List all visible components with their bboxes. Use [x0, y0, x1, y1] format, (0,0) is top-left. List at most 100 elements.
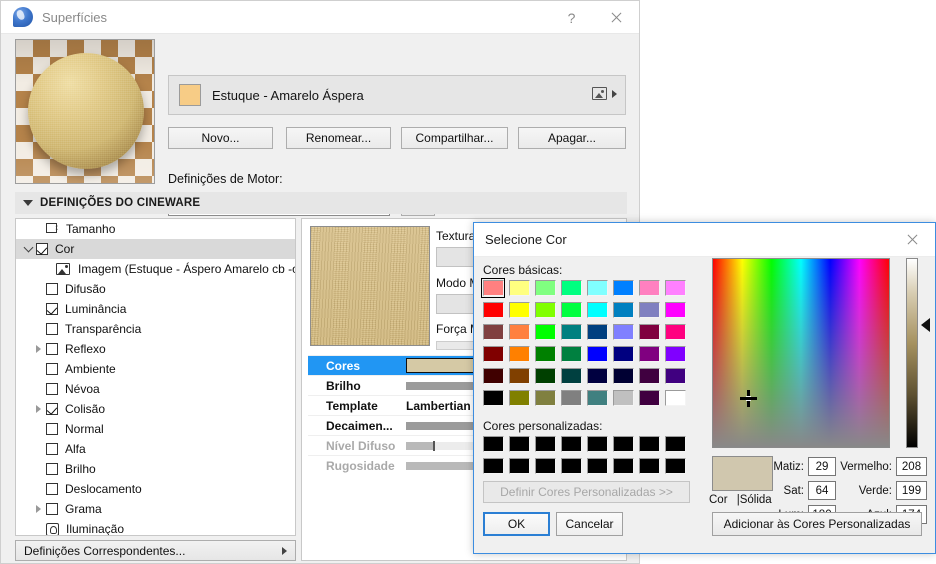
basic-color-7[interactable] [662, 277, 688, 299]
tree-item-alfa[interactable]: Alfa [16, 439, 295, 459]
tree-item-tamanho[interactable]: Tamanho [16, 219, 295, 239]
tree-item-n-voa[interactable]: Névoa [16, 379, 295, 399]
image-icon[interactable] [592, 87, 607, 100]
basic-color-22[interactable] [636, 321, 662, 343]
basic-color-4[interactable] [584, 277, 610, 299]
tree-item-imagem-estuque-spero-amarelo-cb-opt[interactable]: Imagem (Estuque - Áspero Amarelo cb -opt… [16, 259, 295, 279]
basic-color-23[interactable] [662, 321, 688, 343]
basic-color-18[interactable] [532, 321, 558, 343]
tree-item-ambiente[interactable]: Ambiente [16, 359, 295, 379]
basic-color-15[interactable] [662, 299, 688, 321]
basic-color-6[interactable] [636, 277, 662, 299]
luminance-slider[interactable] [906, 258, 918, 448]
checkbox-unchecked[interactable] [46, 463, 58, 475]
basic-color-34[interactable] [532, 365, 558, 387]
custom-color-11[interactable] [558, 455, 584, 477]
chevron-right-icon[interactable] [30, 345, 46, 353]
checkbox-unchecked[interactable] [46, 363, 58, 375]
share-material-button[interactable]: Compartilhar... [401, 127, 508, 149]
checkbox-checked[interactable] [46, 403, 58, 415]
custom-color-13[interactable] [610, 455, 636, 477]
basic-color-46[interactable] [636, 387, 662, 409]
sat-input[interactable]: 64 [808, 481, 836, 500]
close-button[interactable] [594, 1, 639, 34]
luminance-slider-handle[interactable] [921, 318, 930, 332]
chevron-right-icon[interactable] [612, 89, 617, 98]
checkbox-unchecked[interactable] [46, 343, 58, 355]
basic-color-0[interactable] [480, 277, 506, 299]
basic-color-12[interactable] [584, 299, 610, 321]
basic-color-19[interactable] [558, 321, 584, 343]
cancel-button[interactable]: Cancelar [556, 512, 623, 536]
basic-color-13[interactable] [610, 299, 636, 321]
basic-color-2[interactable] [532, 277, 558, 299]
basic-color-28[interactable] [584, 343, 610, 365]
basic-color-32[interactable] [480, 365, 506, 387]
basic-color-10[interactable] [532, 299, 558, 321]
add-to-custom-colors-button[interactable]: Adicionar às Cores Personalizadas [712, 512, 922, 536]
chevron-right-icon[interactable] [30, 405, 46, 413]
custom-color-10[interactable] [532, 455, 558, 477]
delete-material-button[interactable]: Apagar... [518, 127, 626, 149]
tree-item-brilho[interactable]: Brilho [16, 459, 295, 479]
basic-colors-grid[interactable] [480, 277, 688, 409]
basic-color-43[interactable] [558, 387, 584, 409]
new-material-button[interactable]: Novo... [168, 127, 273, 149]
custom-color-6[interactable] [636, 433, 662, 455]
custom-color-14[interactable] [636, 455, 662, 477]
checkbox-unchecked[interactable] [46, 323, 58, 335]
red-input[interactable]: 208 [896, 457, 927, 476]
basic-color-16[interactable] [480, 321, 506, 343]
basic-color-1[interactable] [506, 277, 532, 299]
basic-color-9[interactable] [506, 299, 532, 321]
color-dialog-close-button[interactable] [890, 223, 935, 256]
tree-item-deslocamento[interactable]: Deslocamento [16, 479, 295, 499]
cineware-section-header[interactable]: DEFINIÇÕES DO CINEWARE [15, 192, 627, 214]
custom-color-2[interactable] [532, 433, 558, 455]
basic-color-36[interactable] [584, 365, 610, 387]
help-button[interactable]: ? [549, 1, 594, 34]
custom-color-8[interactable] [480, 455, 506, 477]
tree-item-cor[interactable]: Cor [16, 239, 295, 259]
tree-item-difus-o[interactable]: Difusão [16, 279, 295, 299]
cineware-channel-tree[interactable]: Tamanho CorImagem (Estuque - Áspero Amare… [15, 218, 296, 536]
checkbox-unchecked[interactable] [46, 383, 58, 395]
checkbox-unchecked[interactable] [46, 503, 58, 515]
tree-item-lumin-ncia[interactable]: Luminância [16, 299, 295, 319]
checkbox-checked[interactable] [46, 303, 58, 315]
tree-item-transpar-ncia[interactable]: Transparência [16, 319, 295, 339]
green-input[interactable]: 199 [896, 481, 927, 500]
chevron-down-icon[interactable] [20, 242, 36, 254]
basic-color-47[interactable] [662, 387, 688, 409]
define-custom-colors-button[interactable]: Definir Cores Personalizadas >> [483, 481, 690, 503]
matching-settings-button[interactable]: Definições Correspondentes... [15, 540, 296, 561]
custom-color-3[interactable] [558, 433, 584, 455]
basic-color-39[interactable] [662, 365, 688, 387]
basic-color-3[interactable] [558, 277, 584, 299]
basic-color-27[interactable] [558, 343, 584, 365]
basic-color-45[interactable] [610, 387, 636, 409]
basic-color-24[interactable] [480, 343, 506, 365]
basic-color-11[interactable] [558, 299, 584, 321]
basic-color-33[interactable] [506, 365, 532, 387]
hue-saturation-field[interactable] [712, 258, 890, 448]
basic-color-30[interactable] [636, 343, 662, 365]
basic-color-42[interactable] [532, 387, 558, 409]
hue-input[interactable]: 29 [808, 457, 836, 476]
basic-color-40[interactable] [480, 387, 506, 409]
tree-item-normal[interactable]: Normal [16, 419, 295, 439]
basic-color-44[interactable] [584, 387, 610, 409]
custom-color-1[interactable] [506, 433, 532, 455]
basic-color-31[interactable] [662, 343, 688, 365]
checkbox-unchecked[interactable] [46, 283, 58, 295]
checkbox-unchecked[interactable] [46, 483, 58, 495]
checkbox-unchecked[interactable] [46, 443, 58, 455]
basic-color-17[interactable] [506, 321, 532, 343]
basic-color-25[interactable] [506, 343, 532, 365]
tree-item-ilumina-o[interactable]: Iluminação [16, 519, 295, 535]
basic-color-35[interactable] [558, 365, 584, 387]
basic-color-5[interactable] [610, 277, 636, 299]
checkbox-checked[interactable] [36, 243, 48, 255]
custom-color-15[interactable] [662, 455, 688, 477]
basic-color-41[interactable] [506, 387, 532, 409]
